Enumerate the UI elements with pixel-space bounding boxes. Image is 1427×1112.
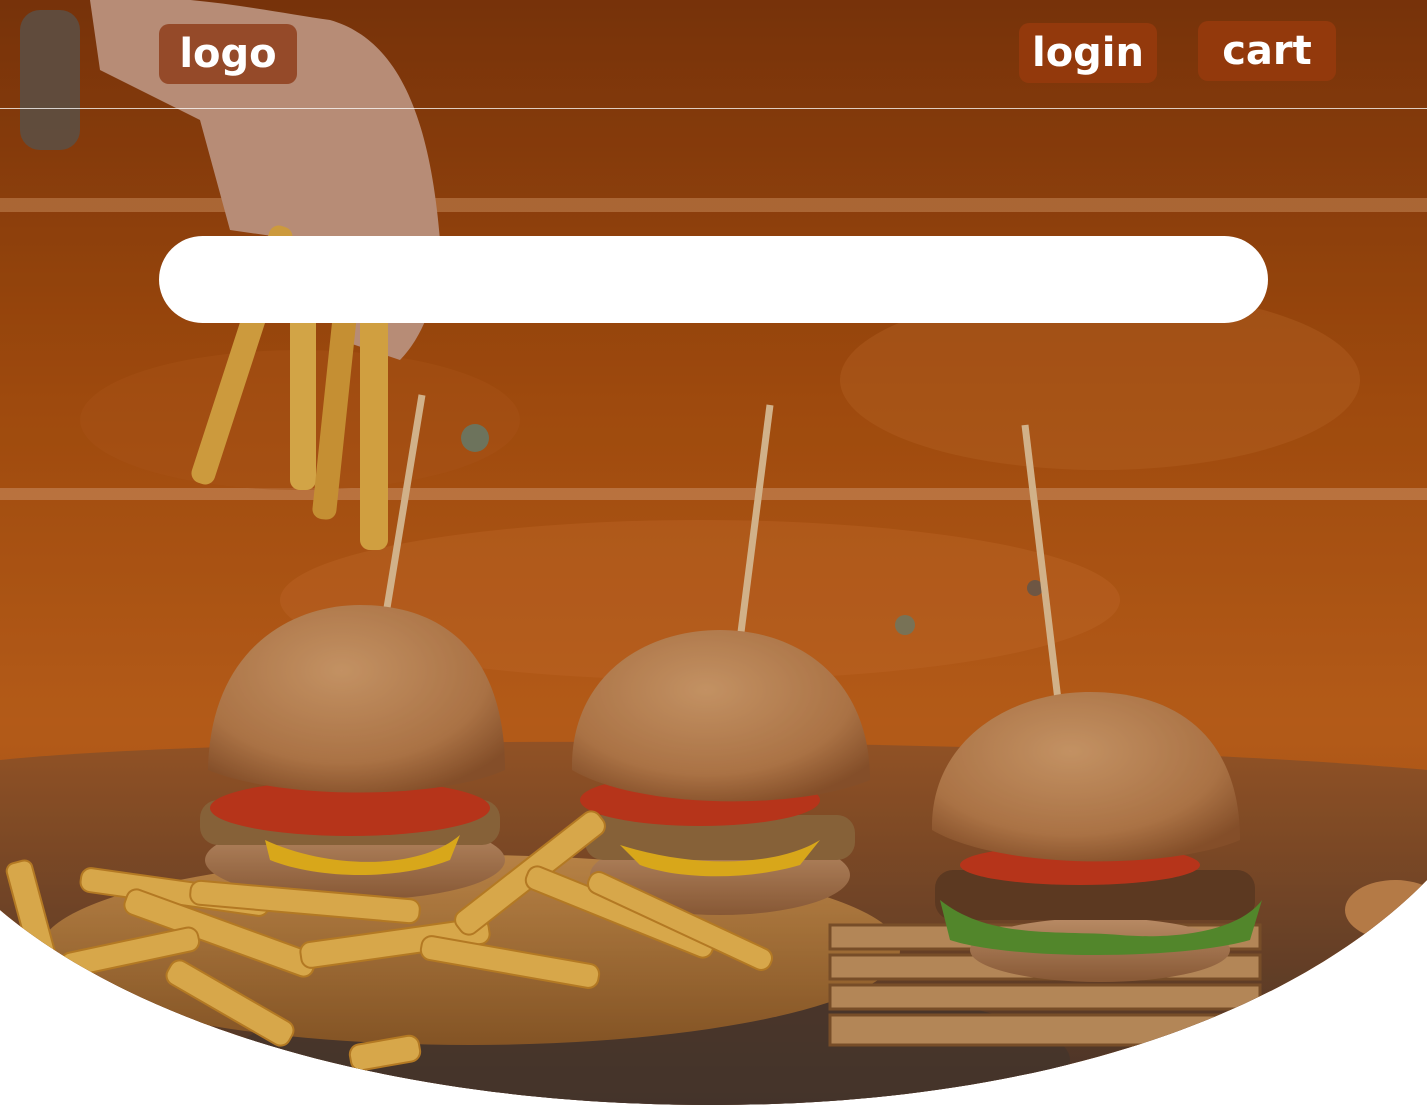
logo-button[interactable]: logo — [159, 24, 297, 84]
hero-banner — [0, 0, 1427, 1112]
hero-image — [0, 0, 1427, 1105]
landing-page: logo login cart — [0, 0, 1427, 1112]
cart-button[interactable]: cart — [1198, 21, 1336, 81]
search-input[interactable] — [159, 236, 1268, 323]
login-button[interactable]: login — [1019, 23, 1157, 83]
top-navigation-bar: logo login cart — [0, 0, 1427, 109]
